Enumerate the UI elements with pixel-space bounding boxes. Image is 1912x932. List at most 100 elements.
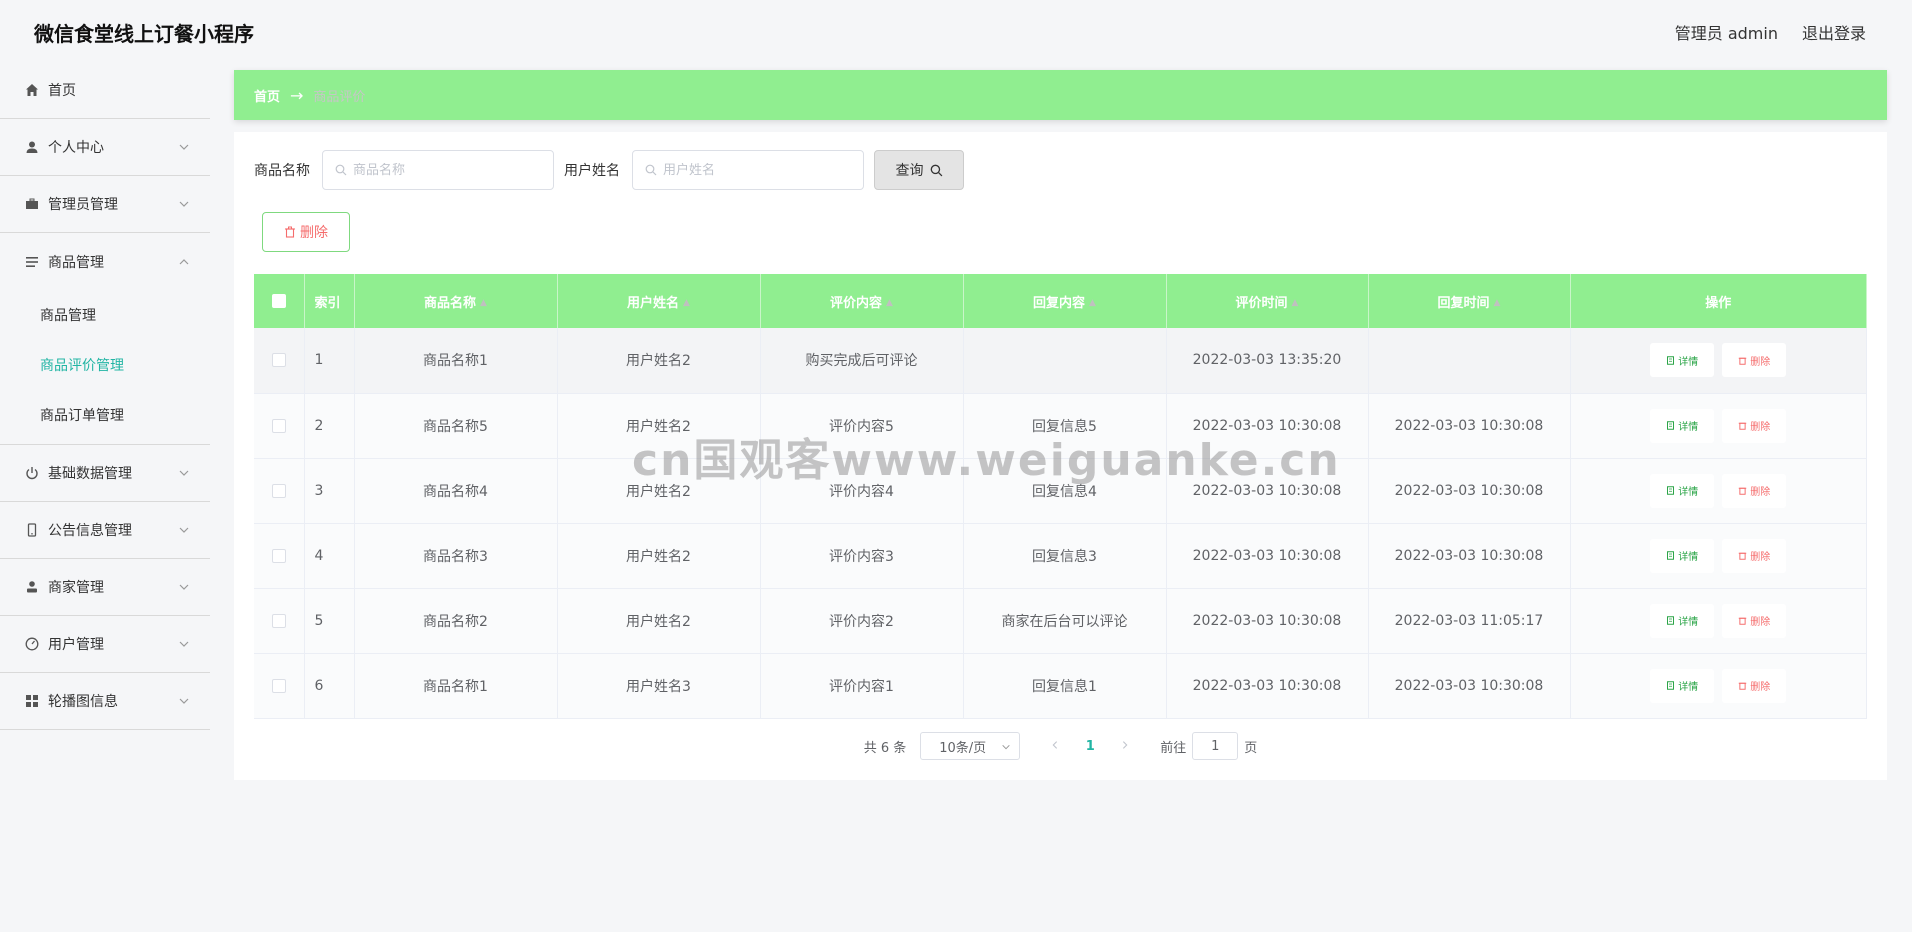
detail-label: 详情: [1678, 422, 1699, 433]
sidebar-item-basic-data[interactable]: 基础数据管理: [0, 445, 210, 502]
sidebar-item-home[interactable]: 首页: [0, 62, 210, 119]
document-icon: [1667, 486, 1675, 495]
detail-button[interactable]: 详情: [1650, 408, 1715, 443]
review-table: 索引 商品名称 ▲ 用户姓名 ▲ 评价内容 ▲ 回复内容 ▲ 评价时间 ▲ 回复时间 ▲ 操…: [254, 274, 1867, 719]
table-header-row: 索引 商品名称 ▲ 用户姓名 ▲ 评价内容 ▲ 回复内容 ▲ 评价时间 ▲ 回复时间 ▲ 操…: [254, 274, 1867, 328]
row-checkbox-cell: [254, 653, 305, 718]
row-delete-button[interactable]: 删除: [1722, 538, 1787, 573]
delete-label: 删除: [1750, 356, 1771, 368]
sort-icon: ▲: [480, 298, 487, 308]
goto-page-input[interactable]: 1: [1192, 732, 1239, 760]
prev-page-button[interactable]: [1040, 739, 1070, 754]
row-checkbox-cell: [254, 458, 305, 523]
row-checkbox[interactable]: [271, 418, 286, 433]
page-number[interactable]: 1: [1070, 739, 1110, 754]
sidebar-item-label: 基础数据管理: [48, 466, 132, 482]
cell-reply: [963, 328, 1167, 393]
query-button-label: 查询: [895, 163, 924, 179]
sidebar-item-carousel[interactable]: 轮播图信息: [0, 673, 210, 730]
user-name-input[interactable]: [663, 162, 843, 178]
cell-reply-time: 2022-03-03 11:05:17: [1368, 588, 1571, 653]
trash-icon: [1739, 487, 1747, 495]
sidebar-item-personal-center[interactable]: 个人中心: [0, 119, 210, 176]
row-delete-button[interactable]: 删除: [1722, 668, 1787, 703]
sidebar-item-label: 首页: [48, 83, 76, 99]
column-header-content[interactable]: 评价内容 ▲: [760, 274, 964, 328]
row-checkbox-cell: [254, 523, 305, 588]
row-checkbox[interactable]: [271, 353, 286, 368]
cell-user: 用户姓名2: [557, 458, 761, 523]
person-icon: [24, 579, 40, 595]
column-header-product[interactable]: 商品名称 ▲: [354, 274, 558, 328]
column-header-user[interactable]: 用户姓名 ▲: [557, 274, 761, 328]
sort-icon: ▲: [683, 298, 690, 308]
detail-button[interactable]: 详情: [1650, 603, 1715, 638]
page-size-value: 10条/页: [939, 740, 987, 756]
phone-icon: [24, 522, 40, 538]
home-icon: [24, 82, 40, 98]
cell-product: 商品名称5: [354, 393, 558, 458]
row-delete-button[interactable]: 删除: [1722, 473, 1787, 508]
detail-label: 详情: [1678, 682, 1699, 693]
user-name-field: [632, 150, 864, 190]
document-icon: [1667, 356, 1675, 365]
logout-link[interactable]: 退出登录: [1802, 20, 1866, 44]
detail-button[interactable]: 详情: [1650, 343, 1715, 378]
row-checkbox[interactable]: [271, 483, 286, 498]
product-name-label: 商品名称: [254, 163, 310, 179]
page-size-select[interactable]: 10条/页: [920, 732, 1021, 760]
cell-reply: 商家在后台可以评论: [963, 588, 1167, 653]
sidebar-item-merchant[interactable]: 商家管理: [0, 559, 210, 616]
breadcrumb-current: 商品评价: [313, 89, 366, 105]
column-header-reply[interactable]: 回复内容 ▲: [963, 274, 1167, 328]
cell-content: 评价内容2: [760, 588, 964, 653]
table-row: 5 商品名称2 用户姓名2 评价内容2 商家在后台可以评论 2022-03-03 10:3…: [254, 588, 1867, 653]
row-delete-button[interactable]: 删除: [1722, 343, 1787, 378]
cell-reply-time: 2022-03-03 10:30:08: [1368, 523, 1571, 588]
submenu-item-product-review[interactable]: 商品评价管理: [0, 340, 210, 390]
select-all-checkbox[interactable]: [271, 294, 286, 308]
next-page-button[interactable]: [1110, 739, 1140, 754]
cell-reply: 回复信息5: [963, 393, 1167, 458]
product-name-input[interactable]: [353, 162, 533, 178]
row-delete-button[interactable]: 删除: [1722, 603, 1787, 638]
search-icon: [930, 164, 942, 176]
row-checkbox[interactable]: [271, 678, 286, 693]
column-header-eval-time[interactable]: 评价时间 ▲: [1166, 274, 1369, 328]
detail-label: 详情: [1678, 487, 1699, 498]
cell-reply-time: 2022-03-03 10:30:08: [1368, 653, 1571, 718]
submenu-item-product[interactable]: 商品管理: [0, 290, 210, 340]
table-row: 2 商品名称5 用户姓名2 评价内容5 回复信息5 2022-03-03 10:30:08…: [254, 393, 1867, 458]
submenu-item-product-order[interactable]: 商品订单管理: [0, 390, 210, 440]
query-button[interactable]: 查询: [874, 150, 964, 190]
cell-actions: 详情 删除: [1570, 653, 1867, 718]
detail-button[interactable]: 详情: [1650, 473, 1715, 508]
sidebar-item-product-management[interactable]: 商品管理: [0, 233, 210, 290]
chevron-left-icon: [1052, 740, 1058, 749]
batch-delete-button[interactable]: 删除: [262, 212, 350, 252]
product-submenu: 商品管理 商品评价管理 商品订单管理: [0, 290, 210, 445]
sidebar-item-user-management[interactable]: 用户管理: [0, 616, 210, 673]
cell-actions: 详情 删除: [1570, 588, 1867, 653]
sidebar-item-announcement[interactable]: 公告信息管理: [0, 502, 210, 559]
row-checkbox[interactable]: [271, 548, 286, 563]
product-name-field: [322, 150, 554, 190]
row-delete-button[interactable]: 删除: [1722, 408, 1787, 443]
sidebar-item-admin-management[interactable]: 管理员管理: [0, 176, 210, 233]
breadcrumb-home[interactable]: 首页: [254, 86, 280, 105]
search-icon: [645, 164, 657, 176]
detail-button[interactable]: 详情: [1650, 538, 1715, 573]
cell-user: 用户姓名2: [557, 393, 761, 458]
cell-product: 商品名称4: [354, 458, 558, 523]
sidebar-item-label: 个人中心: [48, 140, 104, 156]
document-icon: [1667, 421, 1675, 430]
cell-user: 用户姓名3: [557, 653, 761, 718]
grid-icon: [24, 693, 40, 709]
row-checkbox[interactable]: [271, 613, 286, 628]
detail-button[interactable]: 详情: [1650, 668, 1715, 703]
detail-label: 详情: [1678, 356, 1699, 368]
cell-index: 4: [304, 523, 355, 588]
trash-icon: [285, 226, 295, 238]
chevron-down-icon: [1002, 744, 1010, 750]
column-header-reply-time[interactable]: 回复时间 ▲: [1368, 274, 1571, 328]
